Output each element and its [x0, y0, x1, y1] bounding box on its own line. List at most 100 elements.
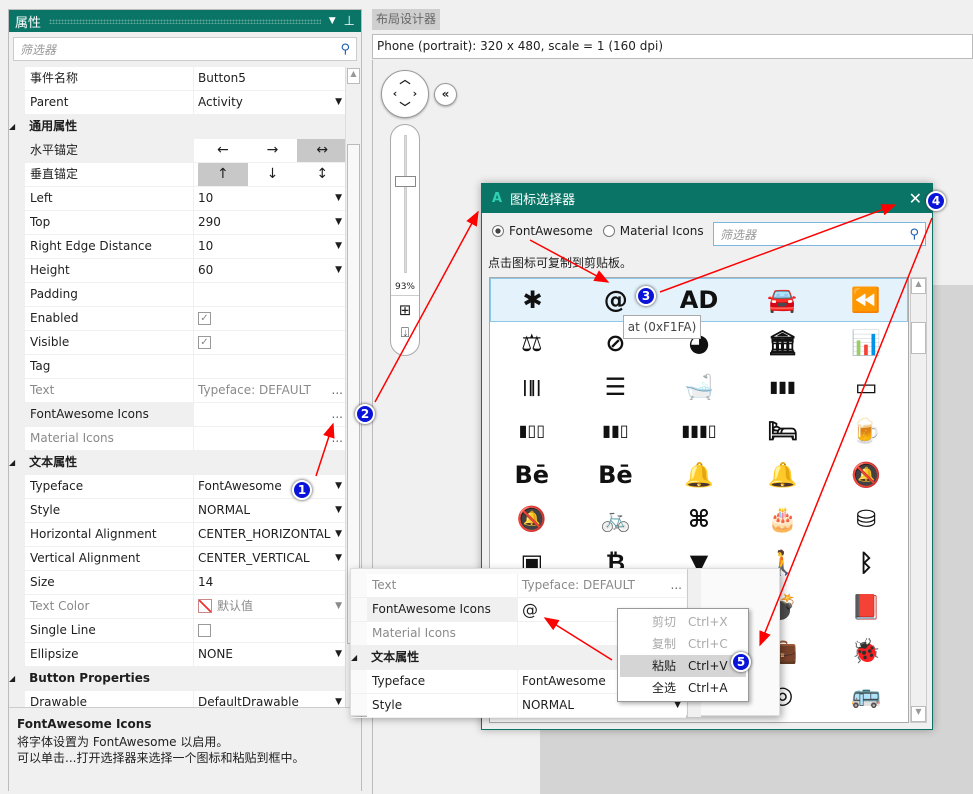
behance-square-icon[interactable]: Bē — [574, 454, 658, 498]
anchor-option[interactable]: ↑ — [198, 163, 248, 186]
drag-grip[interactable] — [49, 18, 321, 24]
bell-slash-icon[interactable]: 🔕 — [824, 454, 908, 498]
property-value[interactable]: 290 ▼ — [194, 211, 347, 234]
collapse-triangle-icon[interactable]: ◢ — [351, 646, 357, 669]
property-value[interactable]: ↑ ↓ ↕ — [194, 163, 347, 186]
bluetooth-icon[interactable]: ᛒ — [824, 542, 908, 586]
property-value[interactable]: ✓ — [194, 307, 347, 330]
close-icon[interactable]: ✕ — [909, 189, 922, 208]
bell-o-icon[interactable]: 🔔 — [741, 454, 825, 498]
property-section[interactable]: ◢ Button Properties — [9, 667, 347, 691]
scroll-thumb[interactable] — [911, 322, 926, 354]
bug-icon[interactable]: 🐞 — [824, 630, 908, 674]
collapse-triangle-icon[interactable]: ◢ — [9, 115, 15, 138]
property-value[interactable]: DefaultDrawable ▼ — [194, 691, 347, 707]
property-value[interactable]: 60 ▼ — [194, 259, 347, 282]
anchor-option[interactable]: ↔ — [297, 139, 347, 162]
property-section[interactable]: ◢ 通用属性 — [9, 115, 347, 139]
menu-item-x[interactable]: 剪切 Ctrl+X — [620, 611, 746, 633]
pan-down-icon[interactable]: ﹀ — [382, 101, 428, 115]
reset-zoom-icon[interactable]: ⍗ — [391, 325, 419, 341]
pan-up-icon[interactable]: ︿ — [382, 73, 428, 87]
bitbucket-icon[interactable]: ⛁ — [824, 498, 908, 542]
property-value[interactable]: 10 ▼ — [194, 187, 347, 210]
tab-layout-designer[interactable]: 布局设计器 — [372, 9, 440, 30]
bar-chart-icon[interactable]: 📊 — [824, 322, 908, 366]
property-value[interactable]: Activity ▼ — [194, 91, 347, 114]
property-value[interactable] — [194, 355, 347, 378]
collapse-triangle-icon[interactable]: ◢ — [9, 667, 15, 690]
checkbox[interactable] — [198, 624, 211, 637]
property-value[interactable]: 10 ▼ — [194, 235, 347, 258]
behance-icon[interactable]: Bē — [490, 454, 574, 498]
property-value[interactable]: CENTER_VERTICAL ▼ — [194, 547, 347, 570]
property-value[interactable] — [194, 283, 347, 306]
property-value[interactable]: NORMAL ▼ — [194, 499, 347, 522]
property-value[interactable]: ... — [194, 427, 347, 450]
bus-icon[interactable]: 🚌 — [824, 674, 908, 718]
property-value[interactable]: ... — [194, 403, 347, 426]
fit-screen-icon[interactable]: ⊞ — [391, 301, 419, 319]
anchor-option[interactable]: ← — [198, 139, 248, 162]
checkbox[interactable]: ✓ — [198, 336, 211, 349]
bank-icon[interactable]: 🏛 — [741, 322, 825, 366]
anchor-option[interactable]: ↕ — [297, 163, 347, 186]
property-value[interactable]: Typeface: DEFAULT... — [518, 574, 686, 597]
dropdown-icon[interactable]: ▼ — [329, 16, 336, 26]
birthday-cake-icon[interactable]: 🎂 — [741, 498, 825, 542]
checkbox[interactable]: ✓ — [198, 312, 211, 325]
asterisk-icon[interactable]: ✱ — [491, 279, 574, 321]
bath-icon[interactable]: 🛁 — [657, 366, 741, 410]
property-value[interactable]: 默认值 ▼ — [194, 595, 347, 618]
radio-fontawesome-label[interactable]: FontAwesome — [509, 224, 593, 238]
scroll-up-icon[interactable]: ▲ — [911, 278, 926, 294]
anchor-option[interactable]: ↓ — [248, 163, 298, 186]
battery-empty-icon[interactable]: ▭ — [824, 366, 908, 410]
scroll-up-icon[interactable]: ▲ — [347, 68, 360, 84]
search-icon[interactable]: ⚲ — [340, 42, 350, 57]
battery-full-icon[interactable]: ▮▮▮ — [741, 366, 825, 410]
device-selector[interactable]: Phone (portrait): 320 x 480, scale = 1 (… — [372, 34, 973, 59]
binoculars-icon[interactable]: ⌘ — [657, 498, 741, 542]
icon-filter-input[interactable]: 筛选器 ⚲ — [713, 222, 926, 246]
property-value[interactable]: ✓ — [194, 331, 347, 354]
radio-fontawesome[interactable] — [492, 225, 504, 237]
property-value[interactable]: NONE ▼ — [194, 643, 347, 666]
pin-icon[interactable]: ⊥ — [344, 14, 355, 29]
bell-slash-o-icon[interactable]: 🔕 — [490, 498, 574, 542]
automobile-icon[interactable]: 🚘 — [741, 279, 824, 321]
barcode-icon[interactable]: |‖| — [490, 366, 574, 410]
property-value[interactable]: Button5 — [194, 67, 347, 90]
balance-scale-icon[interactable]: ⚖ — [490, 322, 574, 366]
bicycle-icon[interactable]: 🚲 — [574, 498, 658, 542]
properties-filter-input[interactable]: 筛选器 ⚲ — [13, 37, 357, 61]
beer-icon[interactable]: 🍺 — [824, 410, 908, 454]
search-icon[interactable]: ⚲ — [909, 227, 919, 242]
pan-control[interactable]: ︿ ‹ › ﹀ — [381, 70, 429, 118]
ellipsis-button[interactable]: ... — [671, 574, 686, 597]
icon-grid-scrollbar[interactable]: ▲ ▼ — [910, 277, 927, 723]
anchor-option[interactable]: → — [248, 139, 298, 162]
battery-quarter-icon[interactable]: ▮▯▯ — [490, 410, 574, 454]
battery-three-quarters-icon[interactable]: ▮▮▮▯ — [657, 410, 741, 454]
radio-material-label[interactable]: Material Icons — [620, 224, 704, 238]
property-value[interactable]: FontAwesome ▼ — [194, 475, 347, 498]
property-value[interactable]: 14 — [194, 571, 347, 594]
pan-left-right-icon[interactable]: ‹ › — [382, 87, 428, 101]
collapse-triangle-icon[interactable]: ◢ — [9, 451, 15, 474]
collapse-icon[interactable]: « — [434, 83, 457, 106]
zoom-slider-thumb[interactable] — [395, 176, 416, 187]
backward-icon[interactable]: ⏪ — [824, 279, 907, 321]
property-value[interactable]: CENTER_HORIZONTAL ▼ — [194, 523, 347, 546]
menu-item-v[interactable]: 粘贴 Ctrl+V — [620, 655, 746, 677]
property-section[interactable]: ◢ 文本属性 — [9, 451, 347, 475]
bed-icon[interactable]: 🛏 — [741, 410, 825, 454]
menu-item-c[interactable]: 复制 Ctrl+C — [620, 633, 746, 655]
scroll-down-icon[interactable]: ▼ — [911, 706, 926, 722]
radio-material[interactable] — [602, 225, 615, 237]
book-icon[interactable]: 📕 — [824, 586, 908, 630]
property-value[interactable] — [194, 619, 347, 642]
menu-item-a[interactable]: 全选 Ctrl+A — [620, 677, 746, 699]
property-value[interactable]: Typeface: DEFAULT... — [194, 379, 347, 402]
bars-icon[interactable]: ☰ — [574, 366, 658, 410]
